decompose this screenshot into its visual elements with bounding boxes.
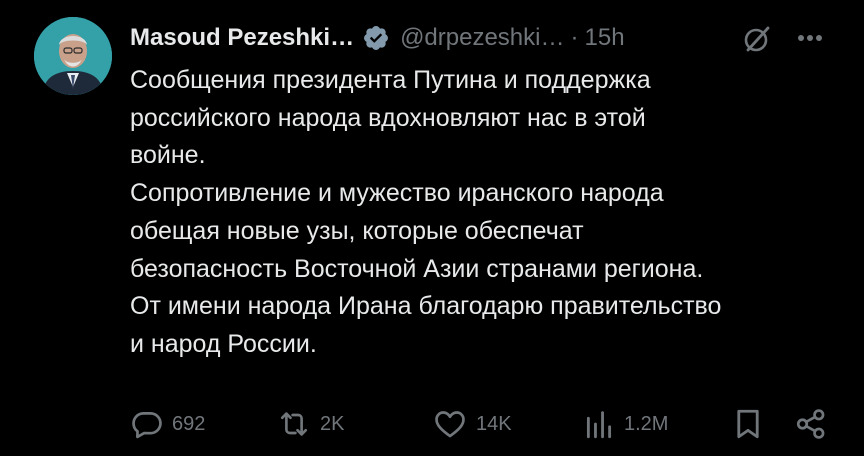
bookmark-icon: [732, 407, 764, 441]
more-options-icon[interactable]: [790, 22, 830, 54]
action-bar: 692 2K 14K 1.2M: [130, 404, 840, 444]
reply-count: 692: [172, 412, 206, 435]
tweet-header: Masoud Pezeshki… @drpezeshki… · 15h: [130, 18, 625, 58]
tweet-text-line: войне.: [130, 141, 206, 170]
share-button[interactable]: [794, 404, 828, 444]
repost-button[interactable]: 2K: [276, 404, 344, 444]
tweet-text-line: российского народа вдохновляют нас в это…: [130, 103, 646, 132]
repost-count: 2K: [320, 412, 345, 435]
tweet-text-line: обещая новые узы, которые обеспечат: [130, 216, 584, 245]
view-count: 1.2M: [624, 412, 669, 435]
verified-badge-icon[interactable]: [362, 24, 390, 52]
bookmark-button[interactable]: [732, 404, 764, 444]
heart-icon: [432, 407, 468, 441]
tweet-text-line: Сообщения президента Путина и поддержка: [130, 66, 651, 94]
like-button[interactable]: 14K: [432, 404, 512, 444]
reply-icon: [130, 407, 164, 441]
tweet-text: Сообщения президента Путина и поддержка …: [130, 62, 850, 364]
tweet-text-line: От имени народа Ирана благодарю правител…: [130, 292, 722, 321]
author-handle[interactable]: @drpezeshki…: [400, 24, 564, 52]
avatar[interactable]: [34, 17, 112, 95]
avatar-image: [34, 17, 112, 95]
author-name[interactable]: Masoud Pezeshki…: [130, 24, 354, 52]
grok-icon[interactable]: [740, 22, 774, 56]
separator-dot: ·: [570, 24, 579, 51]
like-count: 14K: [476, 412, 512, 435]
repost-icon: [276, 407, 312, 441]
reply-button[interactable]: 692: [130, 404, 205, 444]
timestamp[interactable]: 15h: [585, 24, 625, 52]
analytics-icon: [582, 407, 616, 441]
tweet-text-line: и народ России.: [130, 329, 317, 358]
tweet-text-line: Сопротивление и мужество иранского народ…: [130, 179, 664, 208]
views-button[interactable]: 1.2M: [582, 404, 668, 444]
tweet-card[interactable]: Masoud Pezeshki… @drpezeshki… · 15h Сооб…: [0, 0, 864, 456]
tweet-text-line: безопасность Восточной Азии странами рег…: [130, 254, 704, 283]
share-icon: [794, 407, 828, 441]
